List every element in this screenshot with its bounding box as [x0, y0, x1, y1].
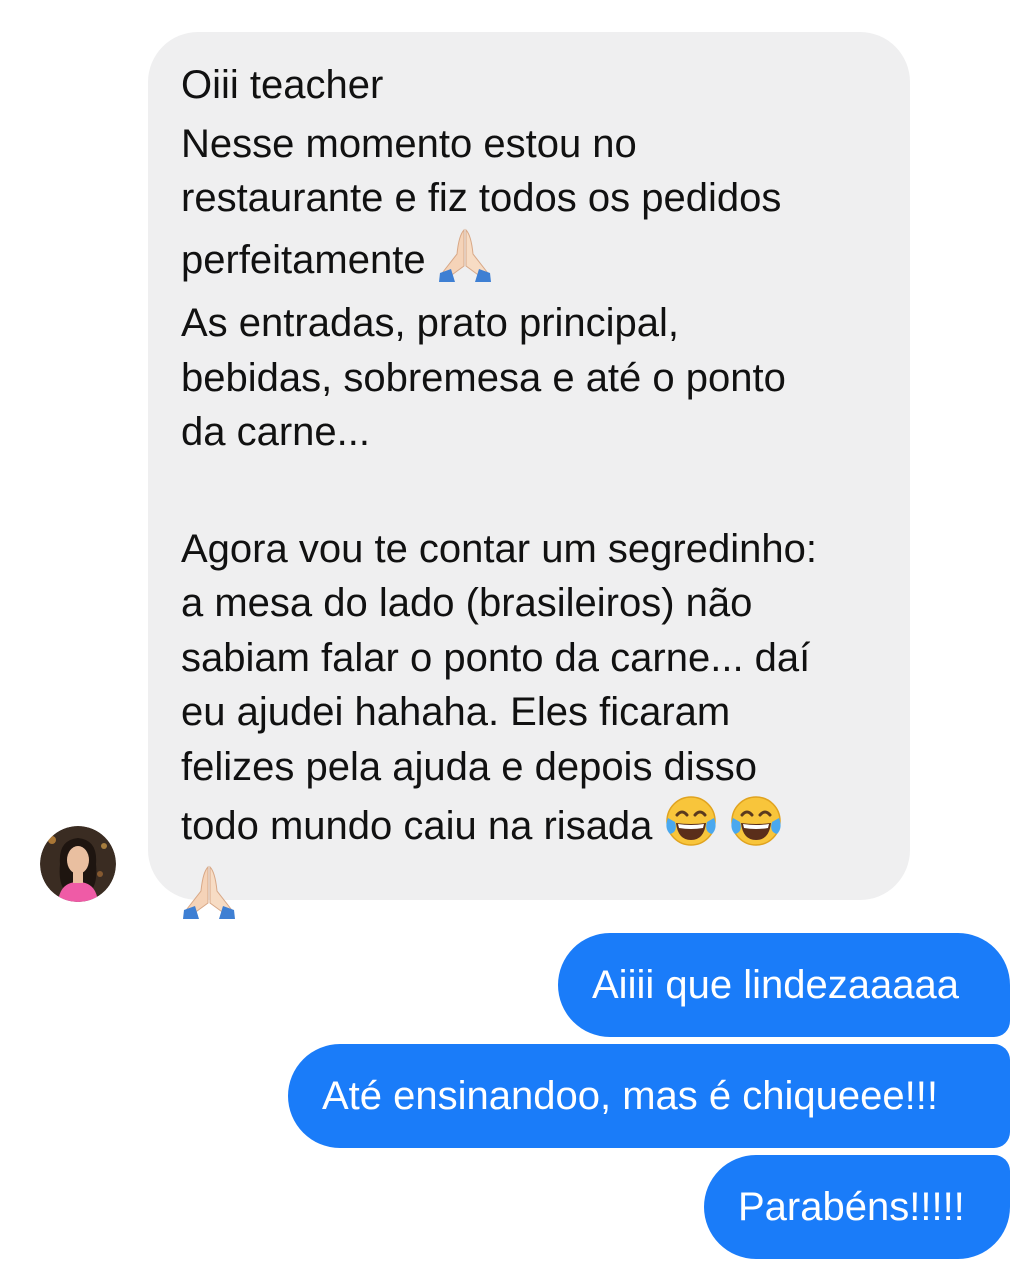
message-thread: Oiii teacher Nesse momento estou no rest…	[0, 0, 1032, 1280]
message-line: Nesse momento estou no	[181, 121, 637, 166]
outgoing-message-bubble[interactable]: Até ensinandoo, mas é chiqueee!!!	[288, 1044, 1010, 1148]
message-line: eu ajudei hahaha. Eles ficaram	[181, 690, 731, 734]
folded-hands-emoji	[181, 863, 237, 934]
message-line: Agora vou te contar um segredinho:	[181, 526, 817, 571]
message-line: restaurante e fiz todos os pedidos	[181, 176, 782, 220]
sender-avatar[interactable]	[40, 826, 116, 902]
message-line: bebidas, sobremesa e até o ponto	[181, 355, 786, 400]
message-line-text: todo mundo caiu na risada	[181, 804, 653, 848]
outgoing-message-bubble[interactable]: Parabéns!!!!!	[704, 1155, 1010, 1259]
tears-of-joy-emoji	[729, 794, 783, 863]
message-line-text: perfeitamente	[181, 237, 426, 282]
folded-hands-emoji	[437, 226, 493, 297]
message-line: a mesa do lado (brasileiros) não	[181, 581, 753, 625]
message-line-emoji-only	[181, 863, 880, 934]
incoming-message-bubble[interactable]: Oiii teacher Nesse momento estou no rest…	[148, 32, 910, 919]
outgoing-message-bubble[interactable]: Aiiii que lindezaaaaa	[558, 933, 1010, 1037]
message-line-with-emoji: todo mundo caiu na risada	[181, 794, 880, 863]
message-line: sabiam falar o ponto da carne... daí	[181, 635, 811, 680]
message-line: As entradas, prato principal,	[181, 301, 680, 345]
message-line: Oiii teacher	[181, 63, 384, 107]
message-line-with-emoji: perfeitamente	[181, 226, 880, 297]
tears-of-joy-emoji	[664, 794, 718, 863]
message-line: da carne...	[181, 410, 371, 454]
message-line: felizes pela ajuda e depois disso	[181, 744, 757, 789]
